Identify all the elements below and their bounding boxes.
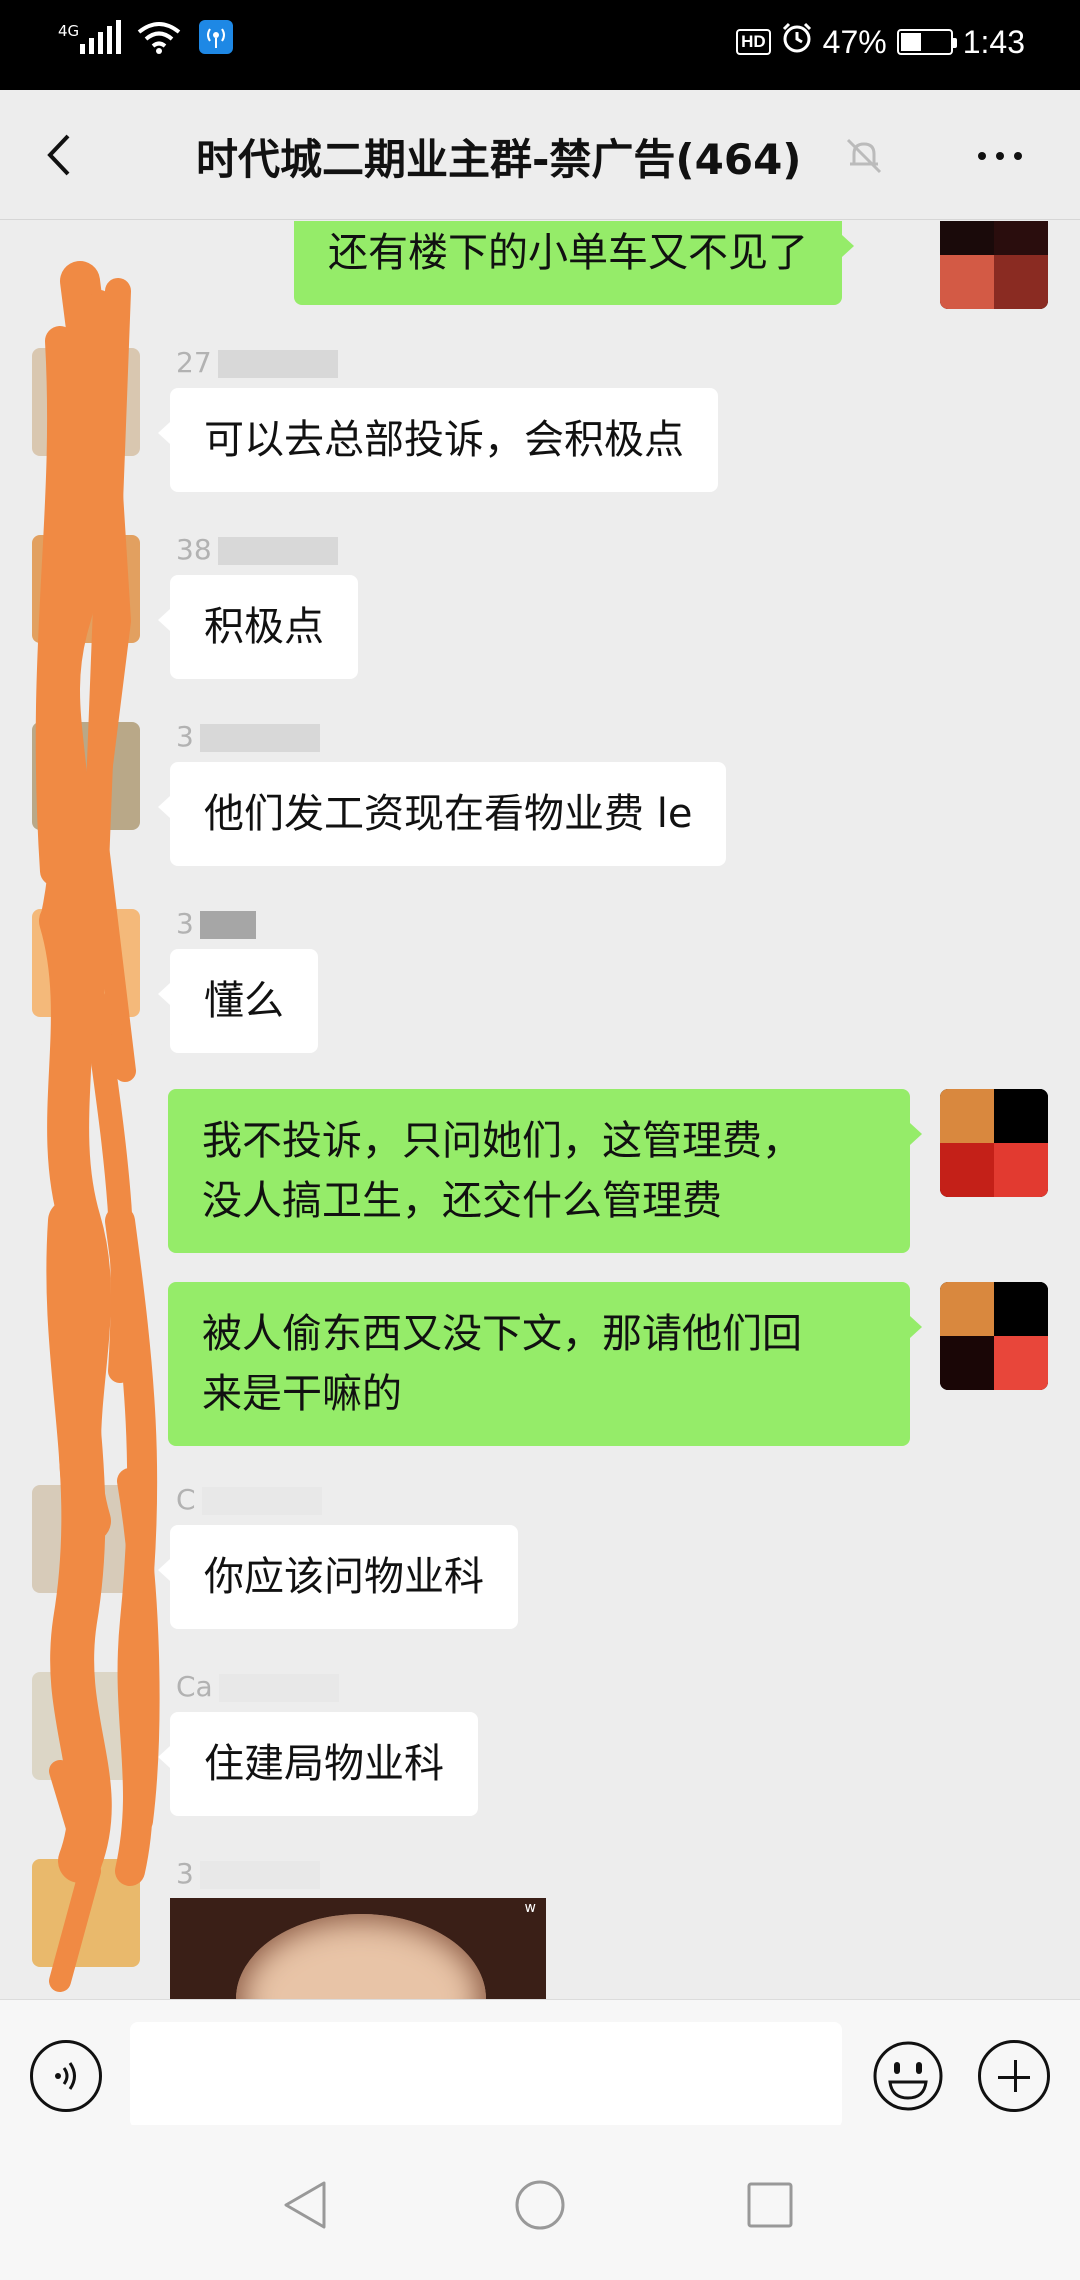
avatar[interactable] [32, 1672, 140, 1780]
message-text: 还有楼下的小单车又不见了 [328, 230, 808, 276]
message-bubble-incoming[interactable]: 积极点 [158, 575, 358, 679]
image-message[interactable]: w [170, 1898, 546, 1999]
clock: 1:43 [962, 23, 1025, 60]
hotspot-icon [199, 20, 233, 54]
message-bubble-incoming[interactable]: 你应该问物业科 [158, 1525, 518, 1629]
plus-icon[interactable] [978, 2040, 1050, 2112]
sender-name: 3 [176, 907, 256, 940]
system-nav-bar [0, 2125, 1080, 2280]
avatar[interactable] [32, 535, 140, 643]
message-bubble-outgoing[interactable]: 我不投诉，只问她们，这管理费， 没人搞卫生，还交什么管理费 [168, 1089, 922, 1253]
message-bubble-outgoing[interactable]: 还有楼下的小单车又不见了 [294, 221, 854, 305]
avatar[interactable] [940, 1089, 1048, 1197]
message-text: 我不投诉，只问她们，这管理费， [202, 1118, 802, 1164]
sender-name: 3 [176, 720, 320, 753]
message-list[interactable]: 还有楼下的小单车又不见了 27 可以去总部投诉，会积极点 38 积极点 3 他们… [0, 221, 1080, 1999]
message-bubble-incoming[interactable]: 懂么 [158, 949, 318, 1053]
nav-home-icon[interactable] [510, 2175, 570, 2235]
status-left: 4G [58, 20, 233, 54]
alarm-icon [781, 22, 813, 62]
avatar[interactable] [32, 722, 140, 830]
hd-badge: HD [736, 29, 771, 55]
message-input[interactable] [130, 2022, 842, 2128]
message-text: 积极点 [204, 604, 324, 650]
avatar[interactable] [940, 1282, 1048, 1390]
avatar[interactable] [32, 348, 140, 456]
chat-title: 时代城二期业主群-禁广告(464) [196, 135, 802, 184]
voice-icon[interactable] [30, 2040, 102, 2112]
photo-content [236, 1914, 486, 1999]
battery-percent: 47% [822, 23, 887, 60]
sender-name: C [176, 1483, 322, 1516]
chat-header: 时代城二期业主群-禁广告(464) [0, 90, 1080, 220]
network-type: 4G [58, 22, 80, 40]
message-text-line2: 没人搞卫生，还交什么管理费 [202, 1178, 722, 1224]
battery-fill [900, 33, 922, 51]
message-text-line2: 来是干嘛的 [202, 1371, 402, 1417]
message-bubble-incoming[interactable]: 可以去总部投诉，会积极点 [158, 388, 718, 492]
signal-icon [80, 20, 121, 54]
message-text: 他们发工资现在看物业费 le [204, 791, 693, 837]
message-text: 可以去总部投诉，会积极点 [204, 417, 684, 463]
avatar[interactable] [32, 1485, 140, 1593]
avatar[interactable] [32, 1859, 140, 1967]
status-bar: 4G HD 47% 1:43 [0, 0, 1080, 90]
sender-name: Ca [176, 1670, 339, 1703]
nav-recents-icon[interactable] [740, 2175, 800, 2235]
more-dots-icon[interactable] [978, 152, 1022, 160]
sender-name: 38 [176, 533, 338, 566]
message-text: 懂么 [204, 978, 284, 1024]
sender-name: 3 [176, 1857, 320, 1890]
message-bubble-outgoing[interactable]: 被人偷东西又没下文，那请他们回 来是干嘛的 [168, 1282, 922, 1446]
message-text: 你应该问物业科 [204, 1554, 484, 1600]
emoji-icon[interactable] [872, 2040, 944, 2112]
input-bar [0, 1999, 1080, 2128]
wifi-icon [137, 20, 181, 54]
sender-name: 27 [176, 346, 338, 379]
photo-watermark: w [524, 1900, 536, 1916]
status-right: HD 47% 1:43 [736, 22, 1025, 62]
nav-back-icon[interactable] [276, 2175, 336, 2235]
bell-muted-icon [844, 136, 884, 176]
avatar[interactable] [940, 221, 1048, 309]
message-text: 住建局物业科 [204, 1741, 444, 1787]
message-text: 被人偷东西又没下文，那请他们回 [202, 1311, 802, 1357]
message-bubble-incoming[interactable]: 住建局物业科 [158, 1712, 478, 1816]
chevron-left-icon[interactable] [38, 130, 88, 180]
message-bubble-incoming[interactable]: 他们发工资现在看物业费 le [157, 762, 727, 866]
battery-icon [896, 29, 957, 55]
avatar[interactable] [32, 909, 140, 1017]
